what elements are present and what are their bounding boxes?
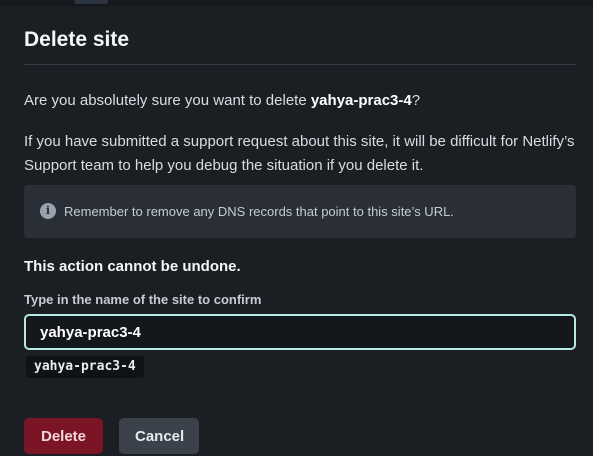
- support-warning-text: If you have submitted a support request …: [24, 133, 575, 174]
- site-name-confirm-input[interactable]: [24, 314, 576, 350]
- confirm-question-suffix: ?: [411, 92, 421, 109]
- undo-warning: This action cannot be undone.: [24, 258, 241, 275]
- cancel-button[interactable]: Cancel: [119, 418, 199, 454]
- info-icon: i: [40, 203, 56, 219]
- background-avatar: [74, 0, 108, 4]
- site-name: yahya-prac3-4: [310, 92, 412, 109]
- dialog-title: Delete site: [24, 28, 130, 51]
- site-name-hint: yahya-prac3-4: [26, 356, 144, 378]
- callout-text: Remember to remove any DNS records that …: [64, 204, 454, 219]
- confirm-question-prefix: Are you absolutely sure you want to dele…: [24, 92, 311, 109]
- dns-callout: i Remember to remove any DNS records tha…: [24, 185, 576, 238]
- delete-site-dialog: Delete site Are you absolutely sure you …: [0, 6, 593, 456]
- confirm-field-label: Type in the name of the site to confirm: [24, 292, 262, 307]
- title-divider: [24, 64, 576, 65]
- delete-button[interactable]: Delete: [24, 418, 103, 454]
- confirm-question: Are you absolutely sure you want to dele…: [24, 92, 420, 109]
